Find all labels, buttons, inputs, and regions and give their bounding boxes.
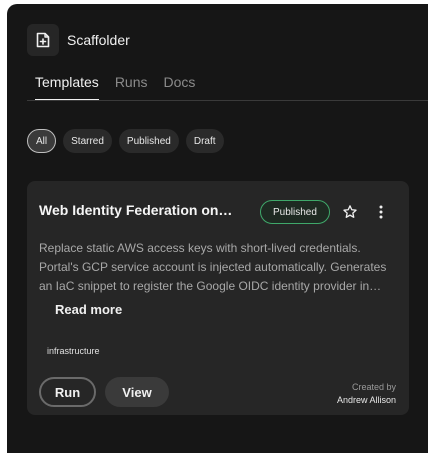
star-icon bbox=[343, 205, 357, 218]
filter-chip-starred[interactable]: Starred bbox=[63, 129, 112, 153]
tab-bar: Templates Runs Docs bbox=[35, 74, 211, 101]
template-card: Web Identity Federation on… Published Re… bbox=[27, 181, 409, 415]
page-header: Scaffolder bbox=[27, 24, 130, 56]
filter-chip-published[interactable]: Published bbox=[118, 129, 179, 153]
filter-chip-all[interactable]: All bbox=[27, 129, 57, 153]
tab-templates[interactable]: Templates bbox=[35, 74, 99, 101]
read-more-link[interactable]: Read more bbox=[55, 302, 122, 317]
filter-chips: All Starred Published Draft bbox=[27, 129, 231, 153]
created-by: Created by Andrew Allison bbox=[337, 381, 396, 407]
more-options-button[interactable] bbox=[373, 202, 389, 222]
tab-docs[interactable]: Docs bbox=[164, 74, 196, 101]
view-button[interactable]: View bbox=[105, 377, 169, 407]
filter-chip-draft[interactable]: Draft bbox=[185, 129, 224, 153]
status-badge: Published bbox=[260, 200, 330, 224]
star-button[interactable] bbox=[340, 202, 360, 222]
scaffolder-panel: Scaffolder Templates Runs Docs All Starr… bbox=[7, 4, 428, 453]
template-title[interactable]: Web Identity Federation on… bbox=[39, 202, 249, 218]
template-tag: infrastructure bbox=[47, 346, 100, 356]
tabs-divider bbox=[27, 100, 428, 101]
page-title: Scaffolder bbox=[67, 32, 130, 48]
created-by-name: Andrew Allison bbox=[336, 395, 396, 405]
run-button[interactable]: Run bbox=[39, 377, 96, 407]
file-plus-icon bbox=[27, 24, 59, 56]
created-by-label: Created by bbox=[351, 382, 396, 392]
template-description: Replace static AWS access keys with shor… bbox=[39, 241, 387, 293]
more-vertical-icon bbox=[379, 205, 383, 219]
tab-runs[interactable]: Runs bbox=[115, 74, 148, 101]
